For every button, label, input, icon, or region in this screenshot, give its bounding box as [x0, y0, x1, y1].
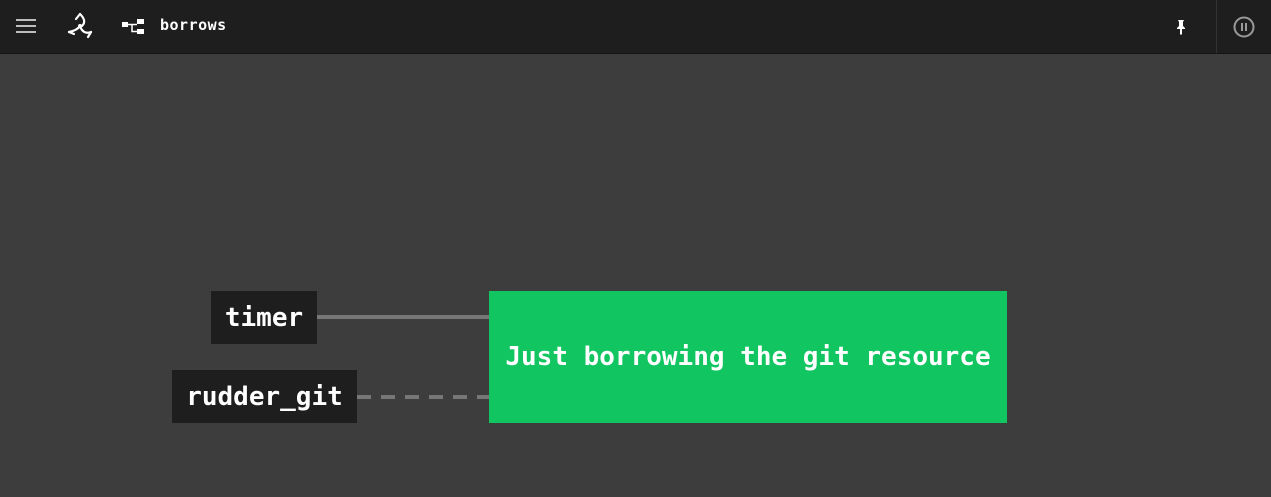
pin-icon[interactable] [1170, 16, 1192, 38]
pipeline-icon [122, 19, 144, 34]
resource-node-rudder-git[interactable]: rudder_git [172, 370, 357, 423]
top-bar: borrows [0, 0, 1271, 54]
job-node[interactable]: Just borrowing the git resource [489, 291, 1007, 423]
pipeline-name[interactable]: borrows [160, 16, 227, 34]
pause-circle-icon[interactable] [1232, 15, 1256, 39]
hamburger-menu-icon[interactable] [16, 18, 36, 34]
header-divider [1216, 0, 1217, 53]
concourse-logo-icon[interactable] [64, 10, 96, 42]
resource-node-timer[interactable]: timer [211, 291, 317, 344]
